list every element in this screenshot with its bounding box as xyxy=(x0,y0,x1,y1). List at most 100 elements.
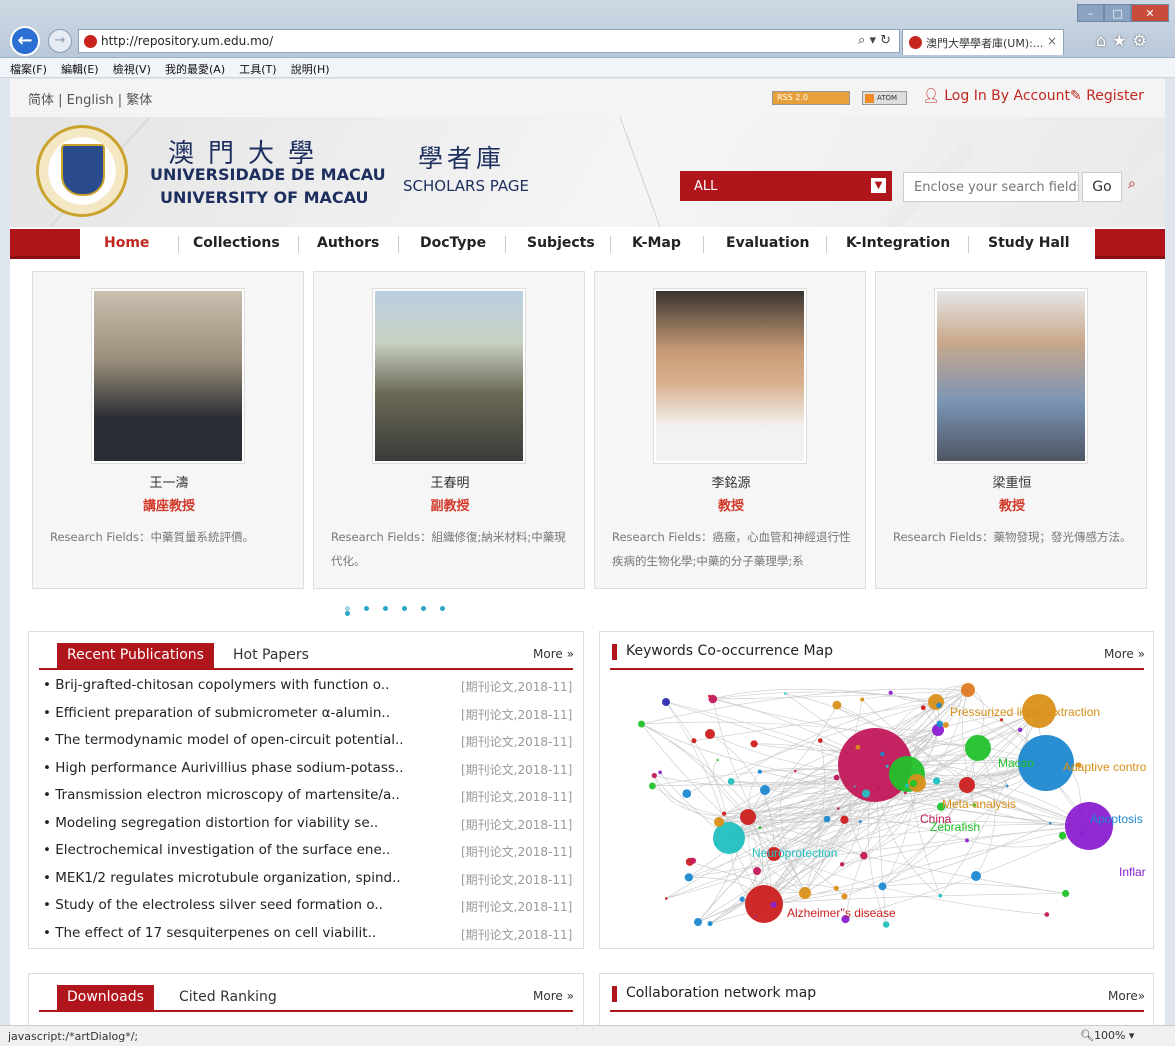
address-bar[interactable]: http://repository.um.edu.mo/ ⌕ ▾ ↻ xyxy=(78,29,900,53)
graph-node[interactable] xyxy=(664,897,668,900)
search-refresh-icon[interactable]: ⌕ ▾ ↻ xyxy=(858,33,891,48)
publication-title[interactable]: • Electrochemical investigation of the s… xyxy=(43,842,390,858)
graph-node[interactable] xyxy=(928,694,944,710)
go-button[interactable]: Go xyxy=(1082,172,1122,202)
graph-node[interactable] xyxy=(971,871,981,881)
search-scope-select[interactable]: ALL ▼ xyxy=(680,171,892,201)
graph-node[interactable] xyxy=(694,918,702,926)
publication-title[interactable]: • Transmission electron microscopy of ma… xyxy=(43,787,400,803)
nav-study-hall[interactable]: Study Hall xyxy=(988,235,1070,251)
graph-node[interactable] xyxy=(1058,831,1067,840)
graph-node[interactable] xyxy=(965,838,969,843)
nav-subjects[interactable]: Subjects xyxy=(527,235,595,251)
carousel-dot[interactable] xyxy=(402,606,407,611)
graph-node[interactable] xyxy=(689,857,697,864)
menu-view[interactable]: 檢視(V) xyxy=(113,61,151,77)
graph-node[interactable] xyxy=(750,740,758,748)
tab-recent-publications[interactable]: Recent Publications xyxy=(57,643,214,669)
tab-cited-ranking[interactable]: Cited Ranking xyxy=(179,989,277,1005)
tab-downloads[interactable]: Downloads xyxy=(57,985,154,1011)
publication-title[interactable]: • The termodynamic model of open-circuit… xyxy=(43,732,404,748)
scholar-card[interactable]: 王春明 副教授 Research Fields：組織修復;納米材料;中藥現代化。 xyxy=(313,271,585,589)
favorites-star-icon[interactable]: ★ xyxy=(1112,31,1132,50)
nav-k-integration[interactable]: K-Integration xyxy=(846,235,950,251)
graph-node[interactable] xyxy=(770,901,777,908)
graph-node[interactable] xyxy=(938,893,943,898)
graph-node[interactable] xyxy=(727,778,735,785)
scholar-photo[interactable] xyxy=(372,288,526,464)
graph-node[interactable] xyxy=(861,789,871,798)
graph-node[interactable] xyxy=(651,772,657,779)
publication-title[interactable]: • High performance Aurivillius phase sod… xyxy=(43,760,404,776)
scholar-photo[interactable] xyxy=(934,288,1088,464)
graph-node[interactable] xyxy=(1062,889,1070,898)
graph-node[interactable] xyxy=(739,896,745,902)
graph-node[interactable] xyxy=(936,702,942,709)
graph-node[interactable] xyxy=(799,887,811,899)
menu-help[interactable]: 說明(H) xyxy=(291,61,330,77)
graph-node[interactable] xyxy=(658,770,662,775)
scholar-name[interactable]: 王春明 xyxy=(314,472,586,491)
keyword-label[interactable]: Adaptive contro xyxy=(1063,760,1147,774)
graph-node[interactable] xyxy=(961,683,975,697)
nav-authors[interactable]: Authors xyxy=(317,235,379,251)
graph-node[interactable] xyxy=(760,785,770,795)
graph-node[interactable] xyxy=(833,885,839,891)
nav-kmap[interactable]: K-Map xyxy=(632,235,681,251)
settings-gear-icon[interactable]: ⚙ xyxy=(1133,31,1153,50)
scholar-name[interactable]: 李銘源 xyxy=(595,472,867,491)
publication-title[interactable]: • MEK1/2 regulates microtubule organizat… xyxy=(43,870,401,886)
language-switcher[interactable]: 简体 | English | 繁体 xyxy=(28,89,152,108)
zoom-control[interactable]: 🔍︎100% ▾ xyxy=(1080,1029,1134,1042)
carousel-dot[interactable] xyxy=(345,611,350,616)
search-input[interactable] xyxy=(903,172,1079,202)
nav-doctype[interactable]: DocType xyxy=(420,235,486,251)
advanced-search-icon[interactable]: ⌕ xyxy=(1128,176,1136,192)
graph-node[interactable] xyxy=(965,735,991,761)
carousel-dot[interactable] xyxy=(383,606,388,611)
scholar-photo[interactable] xyxy=(653,288,807,464)
graph-node[interactable] xyxy=(860,697,865,702)
graph-node[interactable] xyxy=(909,779,918,788)
graph-node[interactable] xyxy=(721,811,727,816)
graph-node[interactable] xyxy=(716,758,719,762)
graph-node[interactable] xyxy=(1044,912,1050,917)
scholar-card[interactable]: 梁重恒 教授 Research Fields：藥物發現；發光傳感方法。 xyxy=(875,271,1147,589)
graph-node[interactable] xyxy=(832,700,842,710)
graph-node[interactable] xyxy=(932,777,941,785)
graph-node[interactable] xyxy=(840,815,849,824)
graph-node[interactable] xyxy=(882,921,890,928)
graph-node[interactable] xyxy=(837,807,840,810)
keyword-label[interactable]: Pressurized liquid extraction xyxy=(950,705,1100,719)
home-icon[interactable]: ⌂ xyxy=(1096,31,1112,50)
nav-home[interactable]: Home xyxy=(104,235,149,251)
graph-node[interactable] xyxy=(1065,802,1113,850)
scholar-photo[interactable] xyxy=(91,288,245,464)
keyword-label[interactable]: Neuroprotection xyxy=(752,846,837,860)
carousel-dot[interactable] xyxy=(421,606,426,611)
keywords-network-graph[interactable]: Pressurized liquid extraction Macao Adapti… xyxy=(600,672,1153,948)
graph-node[interactable] xyxy=(682,789,692,798)
keyword-label[interactable]: Meta-analysis xyxy=(942,797,1016,811)
graph-node[interactable] xyxy=(753,866,762,876)
publication-title[interactable]: • The effect of 17 sesquiterpenes on cel… xyxy=(43,925,376,941)
graph-node[interactable] xyxy=(959,777,975,793)
graph-node[interactable] xyxy=(714,843,719,847)
atom-badge[interactable]: ATOM xyxy=(862,91,907,105)
browser-tab[interactable]: 澳門大學學者庫(UM):... × xyxy=(902,29,1064,55)
graph-node[interactable] xyxy=(1048,822,1052,825)
publication-title[interactable]: • Modeling segregation distortion for vi… xyxy=(43,815,378,831)
graph-node[interactable] xyxy=(880,751,885,757)
carousel-dot[interactable] xyxy=(364,606,369,611)
menu-file[interactable]: 檔案(F) xyxy=(10,61,47,77)
close-window-button[interactable]: ✕ xyxy=(1131,4,1169,22)
rss-badge[interactable]: RSS 2.0 xyxy=(772,91,850,105)
carousel-dot[interactable] xyxy=(440,606,445,611)
scholar-name[interactable]: 王一濤 xyxy=(33,472,305,491)
register-link[interactable]: ✎ Register xyxy=(1070,88,1144,104)
graph-node[interactable] xyxy=(784,692,787,695)
collaboration-more-link[interactable]: More» xyxy=(1108,989,1145,1003)
graph-node[interactable] xyxy=(942,721,949,728)
graph-node[interactable] xyxy=(757,769,762,774)
graph-node[interactable] xyxy=(714,817,724,827)
